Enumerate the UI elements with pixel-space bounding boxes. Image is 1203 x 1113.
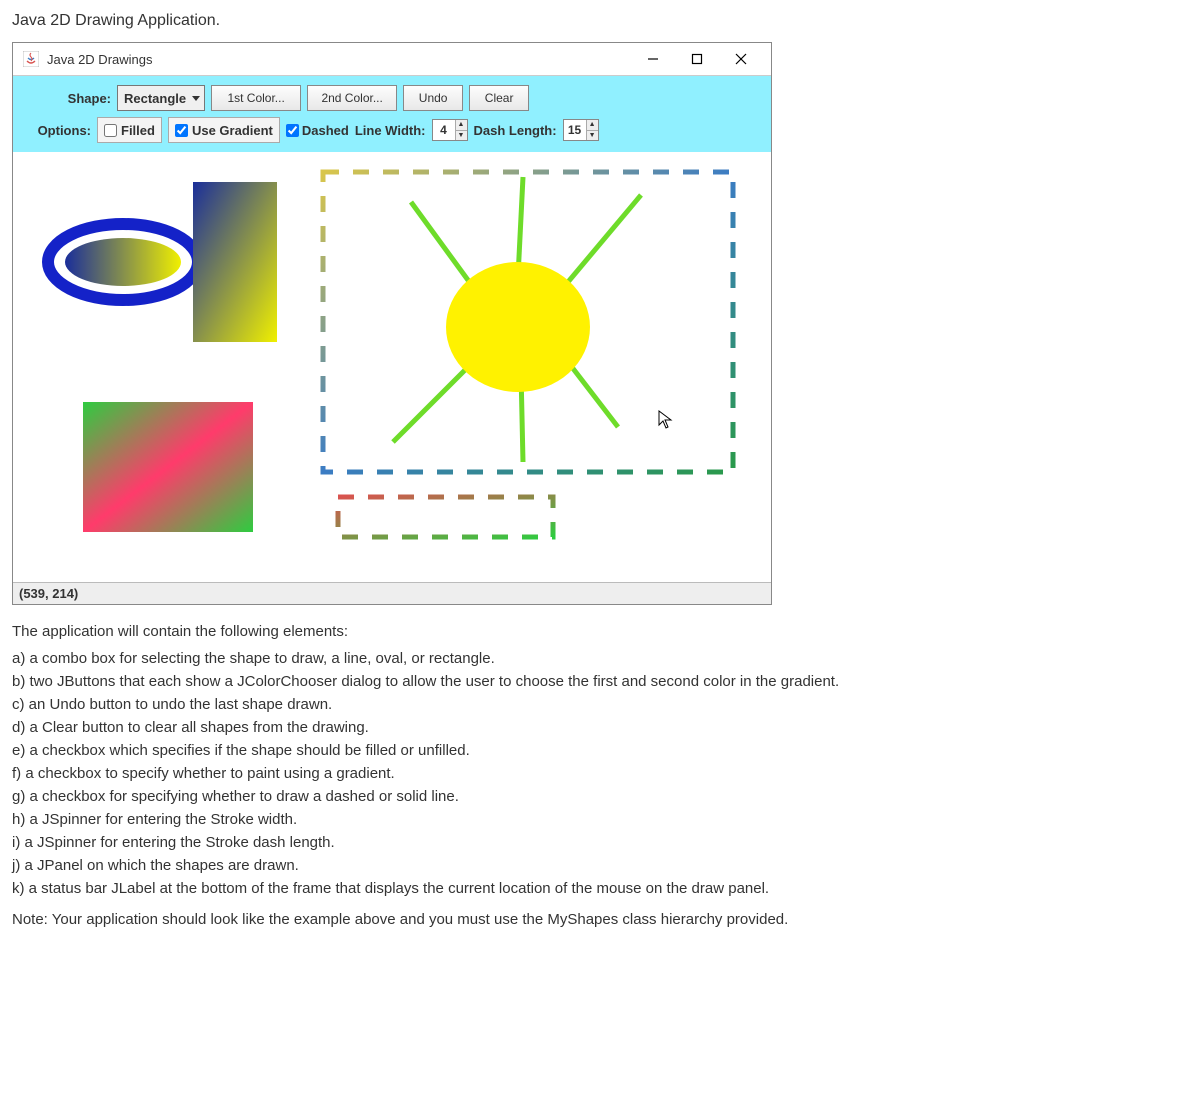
filled-checkbox-label: Filled — [121, 123, 155, 138]
dashlength-value: 15 — [564, 120, 586, 140]
description-item: e) a checkbox which specifies if the sha… — [12, 742, 1191, 759]
description-item: j) a JPanel on which the shapes are draw… — [12, 857, 1191, 874]
status-bar: (539, 214) — [13, 582, 771, 604]
description-item: f) a checkbox to specify whether to pain… — [12, 765, 1191, 782]
gradient-checkbox-label: Use Gradient — [192, 123, 273, 138]
java-icon — [23, 51, 39, 67]
description-item: b) two JButtons that each show a JColorC… — [12, 673, 1191, 690]
dashlength-spinner[interactable]: 15 ▲ ▼ — [563, 119, 599, 141]
app-window: Java 2D Drawings Shape: Rectangle 1st Co… — [12, 42, 772, 605]
dashed-checkbox-label: Dashed — [302, 123, 349, 138]
undo-button[interactable]: Undo — [403, 85, 463, 111]
window-titlebar: Java 2D Drawings — [13, 43, 771, 76]
cursor-icon — [658, 410, 674, 434]
first-color-button[interactable]: 1st Color... — [211, 85, 301, 111]
linewidth-value: 4 — [433, 120, 455, 140]
dashed-checkbox[interactable]: Dashed — [286, 123, 349, 138]
spinner-down-icon[interactable]: ▼ — [587, 131, 598, 141]
toolbar: Shape: Rectangle 1st Color... 2nd Color.… — [13, 76, 771, 152]
description-note: Note: Your application should look like … — [12, 911, 1191, 928]
dashed-checkbox-input[interactable] — [286, 124, 299, 137]
filled-checkbox-input[interactable] — [104, 124, 117, 137]
spinner-up-icon[interactable]: ▲ — [456, 120, 467, 131]
maximize-button[interactable] — [677, 49, 717, 69]
page-title: Java 2D Drawing Application. — [12, 12, 1191, 30]
description-item: g) a checkbox for specifying whether to … — [12, 788, 1191, 805]
description: The application will contain the followi… — [12, 623, 1191, 928]
linewidth-label: Line Width: — [355, 123, 426, 138]
options-label: Options: — [23, 123, 91, 138]
description-item: d) a Clear button to clear all shapes fr… — [12, 719, 1191, 736]
description-item: a) a combo box for selecting the shape t… — [12, 650, 1191, 667]
description-item: k) a status bar JLabel at the bottom of … — [12, 880, 1191, 897]
close-button[interactable] — [721, 49, 761, 69]
drawing-canvas[interactable] — [13, 152, 771, 582]
linewidth-spinner[interactable]: 4 ▲ ▼ — [432, 119, 468, 141]
gradient-checkbox-input[interactable] — [175, 124, 188, 137]
window-title: Java 2D Drawings — [47, 52, 153, 67]
spinner-down-icon[interactable]: ▼ — [456, 131, 467, 141]
gradient-checkbox[interactable]: Use Gradient — [168, 117, 280, 143]
description-item: i) a JSpinner for entering the Stroke da… — [12, 834, 1191, 851]
shape-label: Shape: — [23, 91, 111, 106]
description-lead: The application will contain the followi… — [12, 623, 1191, 640]
description-item: c) an Undo button to undo the last shape… — [12, 696, 1191, 713]
spinner-up-icon[interactable]: ▲ — [587, 120, 598, 131]
minimize-button[interactable] — [633, 49, 673, 69]
shape-combobox-value: Rectangle — [124, 91, 186, 106]
filled-checkbox[interactable]: Filled — [97, 117, 162, 143]
dashlength-label: Dash Length: — [474, 123, 557, 138]
shape-combobox[interactable]: Rectangle — [117, 85, 205, 111]
canvas-svg — [13, 152, 771, 582]
clear-button[interactable]: Clear — [469, 85, 529, 111]
chevron-down-icon — [192, 96, 200, 101]
description-item: h) a JSpinner for entering the Stroke wi… — [12, 811, 1191, 828]
second-color-button[interactable]: 2nd Color... — [307, 85, 397, 111]
